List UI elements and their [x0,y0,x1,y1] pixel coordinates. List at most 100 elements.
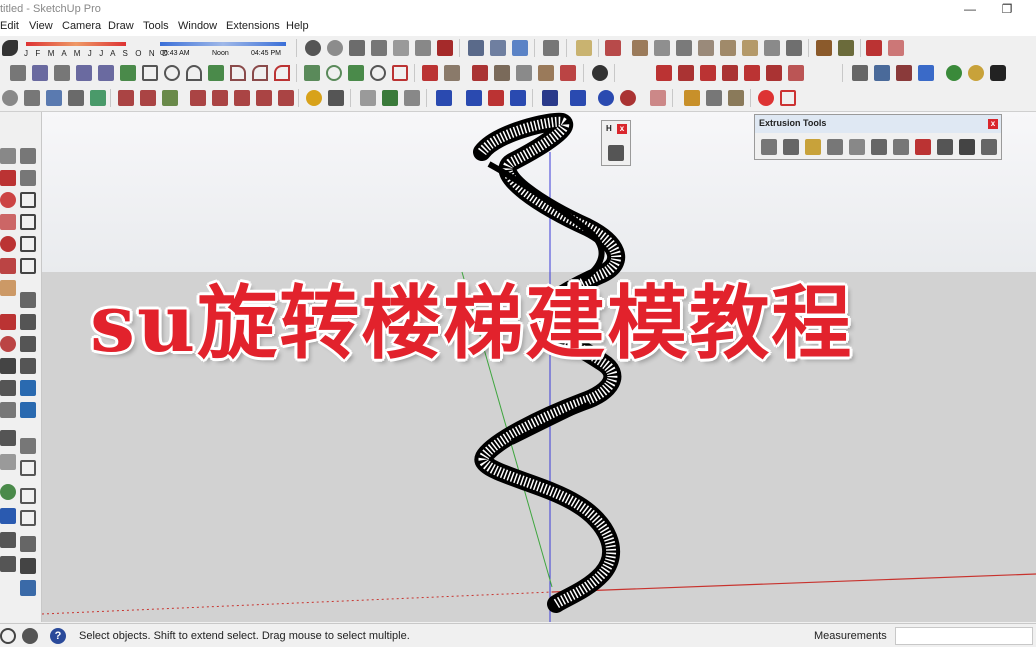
orbit-left-icon[interactable] [0,430,16,446]
circle-left-icon[interactable] [0,236,16,252]
menu-view[interactable]: View [29,20,53,32]
section-left-icon[interactable] [20,438,36,454]
arc-left-icon[interactable] [0,258,16,274]
sandbox-smoove-icon[interactable] [700,65,716,81]
minimize-button[interactable]: — [955,0,985,18]
standard-views-icon[interactable] [2,90,18,106]
push-pull-icon[interactable] [422,65,438,81]
figure-icon[interactable] [990,65,1006,81]
solid-tools-icon[interactable] [592,65,608,81]
zoom-extents-icon[interactable] [468,40,484,56]
layer-stack-blue-icon[interactable] [874,65,890,81]
extrude-edges-by-vector-icon[interactable] [849,139,865,155]
style-hiddenline-icon[interactable] [698,40,714,56]
layer-stack-blue-2-icon[interactable] [918,65,934,81]
polyline-icon[interactable] [76,65,92,81]
axes-left-icon[interactable] [20,402,36,418]
eraser-left-icon[interactable] [0,170,16,186]
smooth-icon[interactable] [348,65,364,81]
scale-left-icon[interactable] [0,336,16,352]
extrude-stairs-icon[interactable] [981,139,997,155]
warehouse-left-icon[interactable] [20,214,36,230]
sandbox-from-contours-icon[interactable] [656,65,672,81]
zoom-left-icon[interactable] [0,484,16,500]
iso-view-icon[interactable] [24,90,40,106]
stack-left-icon[interactable] [20,558,36,574]
offset-tool-icon[interactable] [560,65,576,81]
month-slider[interactable] [26,42,126,46]
rotate-icon[interactable] [494,65,510,81]
menu-draw[interactable]: Draw [108,20,134,32]
shield-icon[interactable] [360,90,376,106]
layers-left-icon[interactable] [20,536,36,552]
menu-tools[interactable]: Tools [143,20,169,32]
flip-icon[interactable] [538,65,554,81]
measurements-input[interactable] [895,627,1033,645]
section-plane-icon[interactable] [543,40,559,56]
stack-blue-left-icon[interactable] [20,580,36,596]
select-icon[interactable] [0,148,16,164]
look-around-icon[interactable] [415,40,431,56]
style-textures-icon[interactable] [742,40,758,56]
entity-info-icon[interactable] [306,90,322,106]
camera-left-icon[interactable] [0,556,16,572]
walk-icon[interactable] [393,40,409,56]
make-component-icon[interactable] [20,148,36,164]
mirror-icon[interactable] [510,90,526,106]
split-icon[interactable] [278,90,294,106]
protractor-icon[interactable] [404,90,420,106]
offset-icon[interactable] [230,65,246,81]
gear-red-icon[interactable] [758,90,774,106]
front-view-icon[interactable] [68,90,84,106]
offset-left-icon[interactable] [20,336,36,352]
look-left-icon[interactable] [0,532,16,548]
undo-arc-icon[interactable] [598,90,614,106]
bounding-box-icon[interactable] [570,90,586,106]
help-icon[interactable]: ? [50,628,66,644]
chamfer-icon[interactable] [274,65,290,81]
frame-icon[interactable] [20,258,36,274]
sandbox-stamp-icon[interactable] [722,65,738,81]
extrusion-tools-close-button[interactable]: x [988,119,998,129]
sandbox-from-scratch-icon[interactable] [678,65,694,81]
extrude-lines-icon[interactable] [915,139,931,155]
sandbox-add-detail-icon[interactable] [766,65,782,81]
rectangle-icon[interactable] [142,65,158,81]
curve-icon[interactable] [32,65,48,81]
protractor-left-icon[interactable] [20,380,36,396]
redo-arc-icon[interactable] [620,90,636,106]
shape-icon[interactable] [392,65,408,81]
align-icon[interactable] [466,90,482,106]
style-wireframe-icon[interactable] [676,40,692,56]
extrusion-tools-header[interactable]: Extrusion Tools x [755,115,1001,133]
component-icon[interactable] [118,90,134,106]
right-view-icon[interactable] [90,90,106,106]
layer-stack-red-icon[interactable] [896,65,912,81]
push-pull-left-icon[interactable] [20,292,36,308]
box-gray-icon[interactable] [706,90,722,106]
text-left-icon[interactable] [0,402,16,418]
menu-camera[interactable]: Camera [62,20,101,32]
group-icon[interactable] [140,90,156,106]
pan-icon[interactable] [349,40,365,56]
cube-outline-icon[interactable] [20,460,36,476]
plant-icon[interactable] [946,65,962,81]
menu-extensions[interactable]: Extensions [226,20,280,32]
geo-location-icon[interactable] [0,628,16,644]
extrude-edges-by-rails-icon[interactable] [761,139,777,155]
trim-icon[interactable] [256,90,272,106]
style-xray-icon[interactable] [632,40,648,56]
tape-measure-icon[interactable] [382,90,398,106]
follow-left-icon[interactable] [0,358,16,374]
rotate-left-icon[interactable] [20,314,36,330]
dimension-icon[interactable] [542,90,558,106]
zoom-window-icon[interactable] [490,40,506,56]
cube-left-icon[interactable] [20,488,36,504]
walk-left-icon[interactable] [0,508,16,524]
style-shaded-icon[interactable] [720,40,736,56]
home-outline-icon[interactable] [20,236,36,252]
scale-icon[interactable] [516,65,532,81]
arc-3pt-icon[interactable] [186,65,202,81]
style-backedges-icon[interactable] [654,40,670,56]
text-icon[interactable] [576,40,592,56]
